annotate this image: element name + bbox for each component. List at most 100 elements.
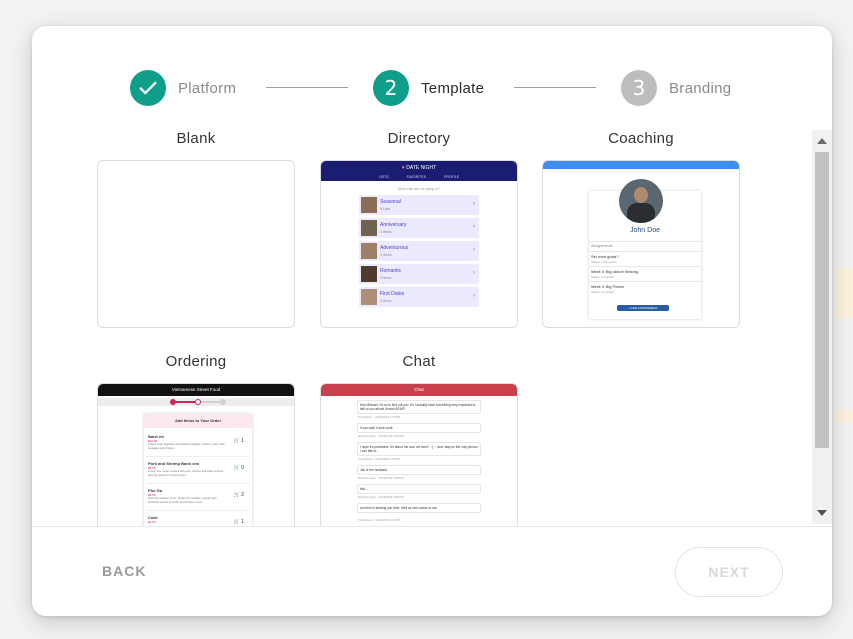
list-item: First Dates 5 Items › (359, 287, 479, 307)
progress-dot (195, 399, 201, 405)
list-item: Seasonal 5 Lists › (359, 195, 479, 215)
preview-tab: LISTS (378, 175, 389, 179)
thumbnail (361, 266, 377, 282)
ordering-preview-header: Vietnamese Street Food (98, 384, 294, 396)
preview-tab: FAVORITES (406, 175, 427, 179)
chevron-right-icon: › (473, 270, 475, 276)
next-button[interactable]: NEXT (675, 547, 783, 597)
divider (589, 281, 701, 282)
list-item: Romantic 3 Items › (359, 264, 479, 284)
step-number: 3 (621, 70, 657, 106)
template-card-coaching[interactable]: John Doe Assignments Set short goals? St… (542, 160, 740, 328)
chat-message-meta: Michael Jones · 10/13/2019 4:38 PM (358, 476, 404, 480)
chat-preview-header: Chat (321, 384, 517, 396)
thumbnail (361, 197, 377, 213)
cart-icon: 🛒 2 (233, 492, 244, 498)
menu-item: Pork and Shrimp Banh xeo $8.50 Crispy ri… (146, 457, 250, 484)
step-connector (514, 87, 596, 88)
chevron-right-icon: › (473, 201, 475, 207)
assignment-title: Week 4: Big picture thinking (591, 270, 638, 274)
item-count: 0 (241, 465, 244, 471)
template-card-directory[interactable]: ♥ DATE NIGHT LISTS FAVORITES PROFILE Wha… (320, 160, 518, 328)
background-strip (836, 268, 853, 318)
template-card-blank[interactable] (97, 160, 295, 328)
chat-message: And then's sharing you time. Well as she… (357, 503, 481, 513)
step-template[interactable]: 2 Template (373, 70, 484, 106)
item-count: 1 (241, 438, 244, 444)
list-item: Anniversary 4 Items › (359, 218, 479, 238)
step-platform[interactable]: Platform (130, 70, 236, 106)
list-item-sub: 3 Items (380, 276, 392, 280)
template-card-chat[interactable]: Chat Hey Michael, i'm so to find out you… (320, 383, 518, 526)
template-title-chat: Chat (402, 353, 436, 370)
avatar-face (634, 187, 648, 203)
list-item-sub: 5 Lists (380, 207, 391, 211)
heart-icon: ♥ (401, 165, 405, 171)
menu-item-desc: Crispy fresh baguette with pickled veggi… (148, 442, 226, 450)
step-branding[interactable]: 3 Branding (621, 70, 731, 106)
template-card-ordering[interactable]: Vietnamese Street Food Add Items to Your… (97, 383, 295, 526)
list-item-sub: 4 Items (380, 230, 392, 234)
background-strip (836, 410, 853, 422)
step-label: Branding (669, 79, 732, 97)
list-item-title: Romantic (380, 268, 402, 274)
assignment-status: Status: Complete (591, 290, 615, 294)
scrollbar[interactable] (812, 130, 832, 524)
chat-message: tink... (357, 484, 481, 494)
directory-preview-tabs: LISTS FAVORITES PROFILE (321, 175, 517, 181)
menu-item-desc: Crispy rice crepe cooked with pork, shri… (148, 469, 224, 477)
item-count: 1 (241, 519, 244, 525)
chevron-right-icon: › (473, 293, 475, 299)
scroll-up-icon[interactable] (817, 138, 827, 144)
step-label: Platform (178, 79, 237, 97)
chat-message: Hey Michael, i'm so to find out you. it'… (357, 400, 481, 414)
divider (589, 251, 701, 252)
assignment-status: Status: In Progress (591, 260, 617, 264)
cart-icon: 🛒 0 (233, 465, 244, 471)
list-item-title: Anniversary (380, 222, 407, 228)
coaching-preview-header (543, 161, 739, 169)
modal-footer: BACK NEXT (32, 526, 832, 616)
chat-message-meta: Michael Jones · 10/13/2019 4:35 PM (358, 434, 404, 438)
assignment-title: Set short goals? (591, 255, 619, 259)
scroll-down-icon[interactable] (817, 510, 827, 516)
avatar-body (627, 203, 655, 223)
template-title-directory: Directory (387, 130, 451, 147)
chat-message: I hope it's persistent. It's about me an… (357, 442, 481, 456)
chat-message-meta: Tina Bowen · 10/13/2019 4:36 PM (358, 457, 401, 461)
list-item: Adventurous 4 Items › (359, 241, 479, 261)
scrollbar-thumb[interactable] (815, 152, 829, 448)
template-title-blank: Blank (176, 130, 216, 147)
item-count: 2 (241, 492, 244, 498)
template-grid[interactable]: Blank Directory ♥ DATE NIGHT LISTS FAVOR… (32, 126, 832, 526)
step-connector (266, 87, 348, 88)
template-wizard-modal: Platform 2 Template 3 Branding Blank Dir… (32, 26, 832, 616)
preview-tab: PROFILE (444, 175, 460, 179)
thumbnail (361, 220, 377, 236)
check-icon (130, 70, 166, 106)
assignment-status: Status: Complete (591, 275, 615, 279)
chevron-right-icon: › (473, 247, 475, 253)
progress-dot (220, 399, 226, 405)
chat-message-meta: Tina Bowen · 10/13/2019 4:41 PM (358, 518, 401, 522)
cart-icon: 🛒 1 (233, 519, 244, 525)
chat-message-meta: Michael Jones · 10/13/2019 4:38 PM (358, 495, 404, 499)
step-label: Template (421, 79, 485, 97)
menu-item: Coke $2.00 🛒 1 (146, 511, 250, 526)
list-item-title: First Dates (380, 291, 405, 297)
template-title-coaching: Coaching (608, 130, 674, 147)
progress-dot (170, 399, 176, 405)
back-button[interactable]: BACK (102, 563, 146, 579)
chat-message: It can wait. it sure work. (357, 423, 481, 433)
directory-preview-prompt: What else are we going to? (397, 187, 441, 191)
add-assignment-button: + ADD ASSIGNMENT (617, 305, 669, 311)
menu-item: Pho Ga $9.50 Flavorful chicken broth. Fr… (146, 484, 250, 511)
chevron-right-icon: › (473, 224, 475, 230)
thumbnail (361, 243, 377, 259)
step-number: 2 (373, 70, 409, 106)
divider (589, 241, 701, 242)
template-title-ordering: Ordering (165, 353, 227, 370)
list-item-sub: 4 Items (380, 253, 392, 257)
list-item-title: Adventurous (380, 245, 409, 251)
menu-item-price: $2.00 (148, 520, 156, 524)
